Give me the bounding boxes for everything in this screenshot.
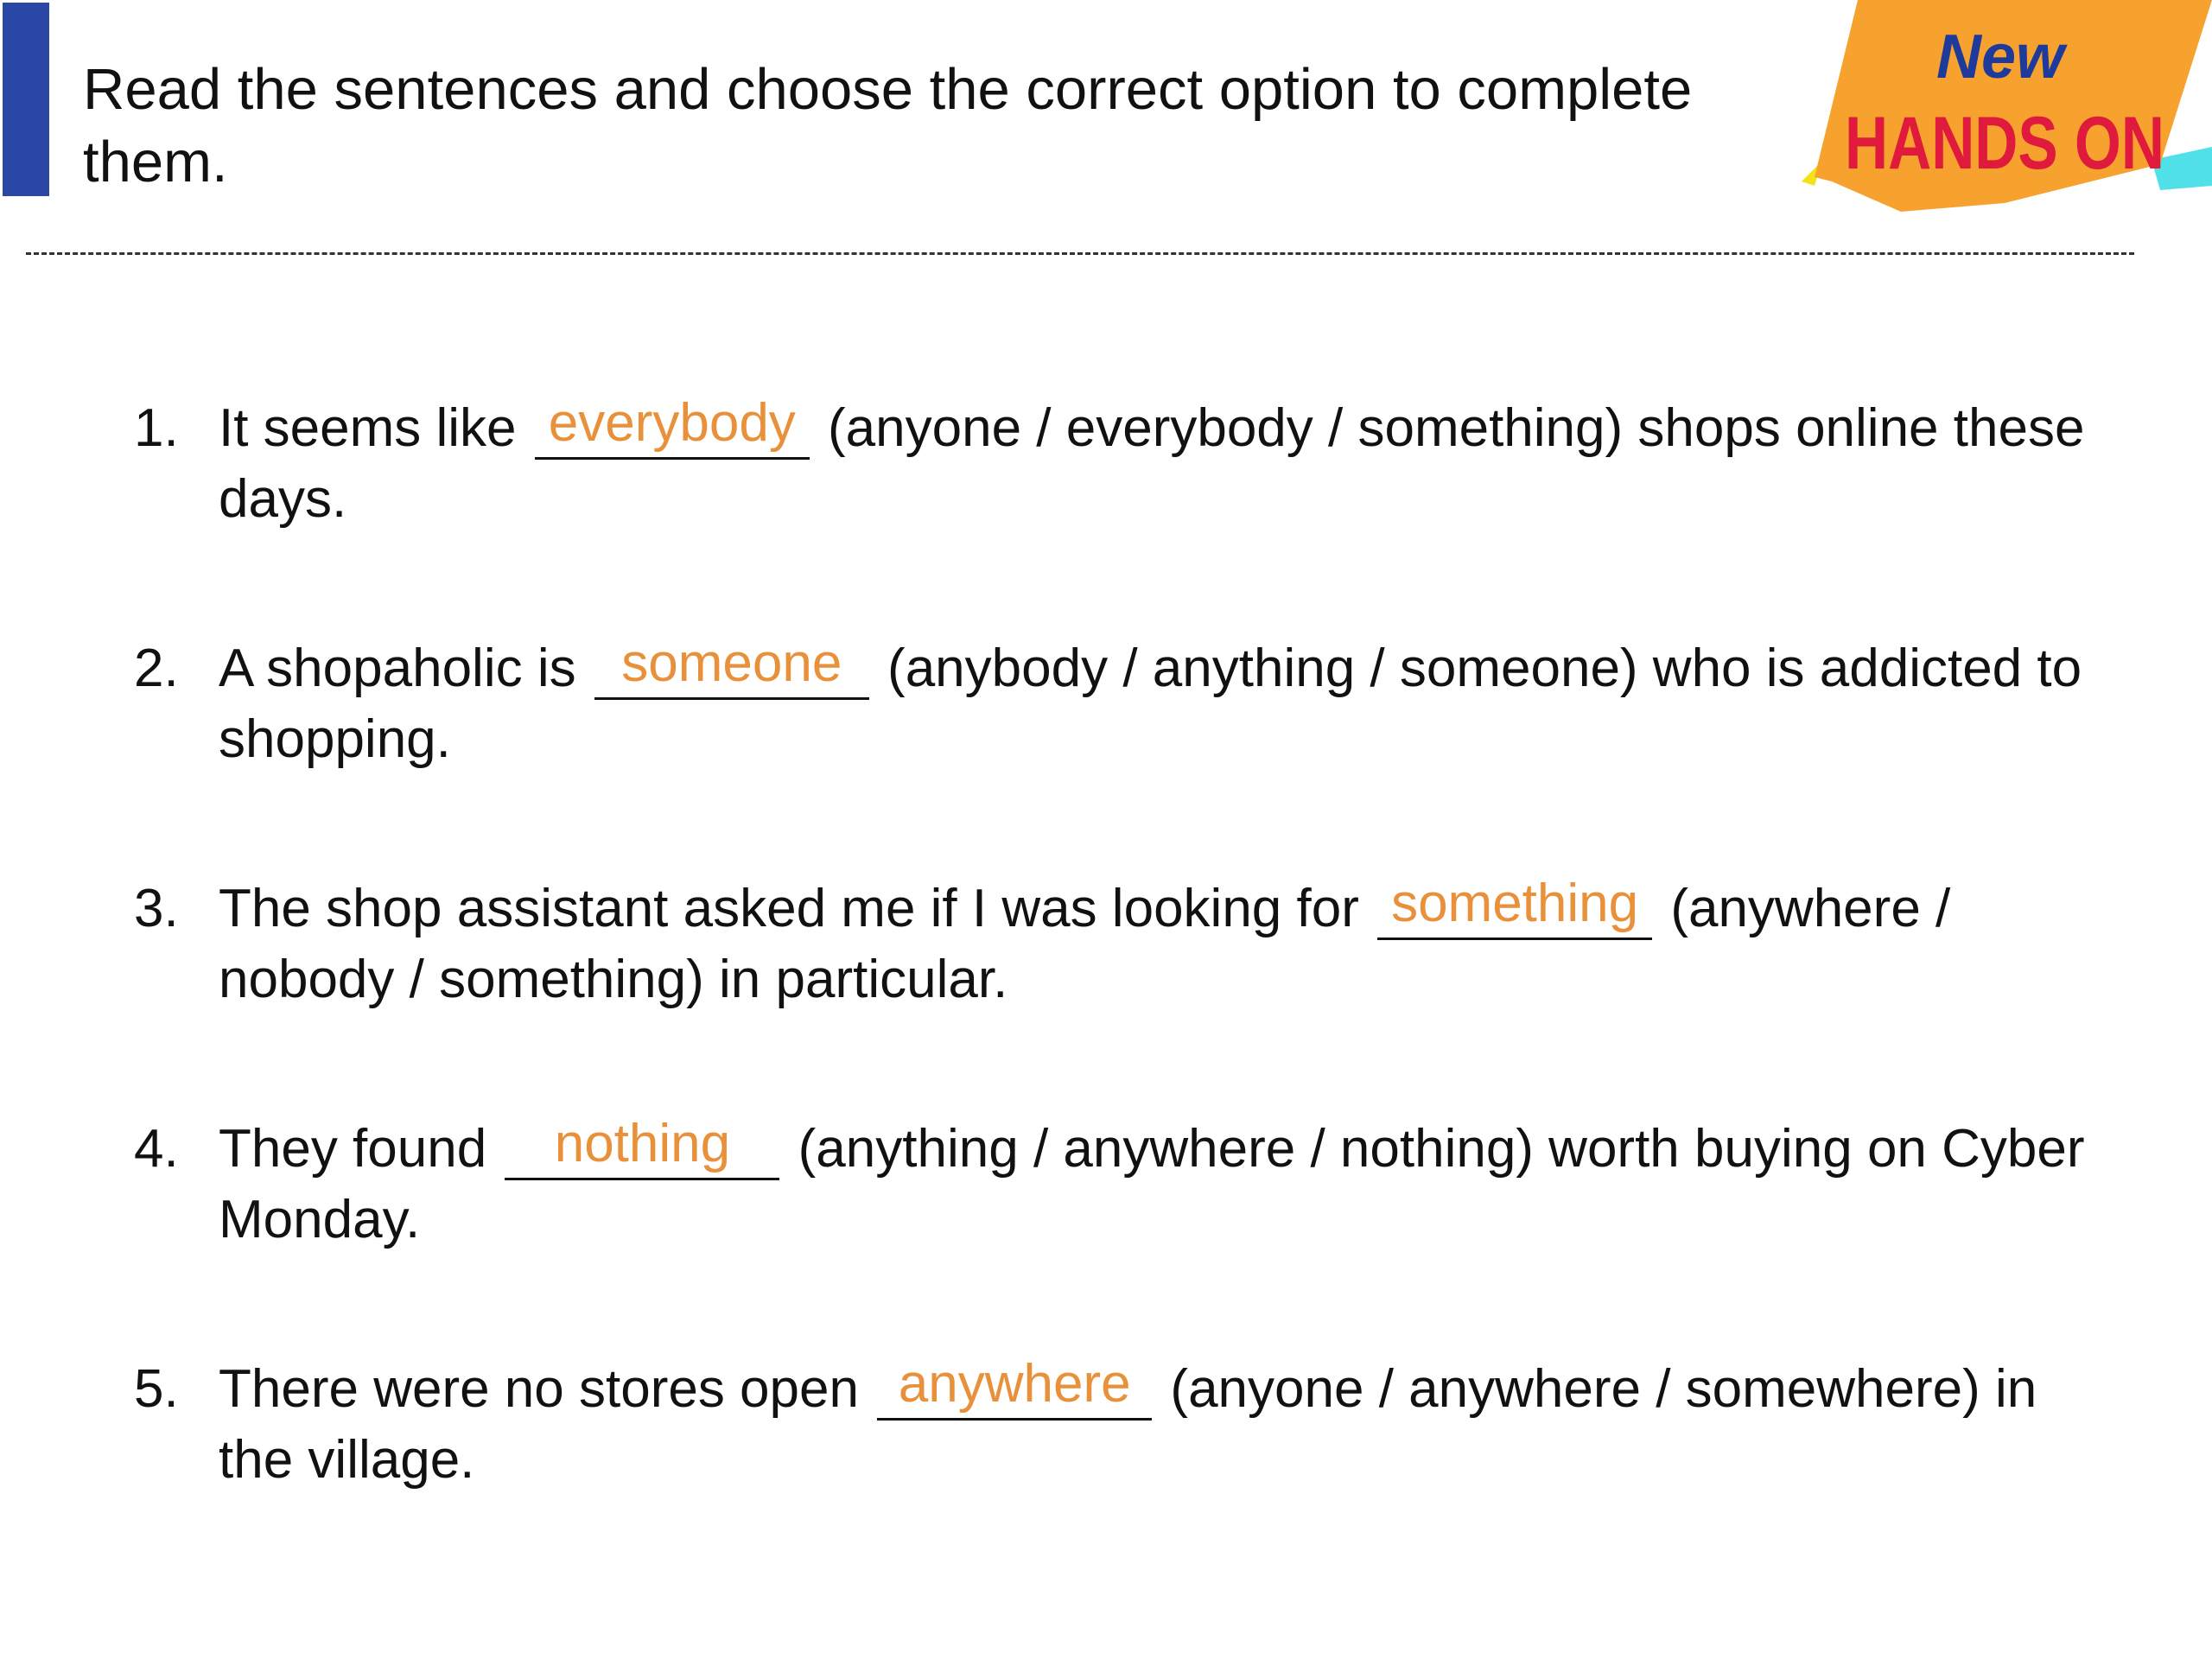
- exercise-item-1: 1. It seems like everybody (anyone / eve…: [134, 393, 2121, 535]
- sentence-before: They found: [219, 1119, 502, 1179]
- instruction-heading: Read the sentences and choose the correc…: [83, 57, 1693, 194]
- logo-hands-on-text: HANDS ON: [1845, 102, 2164, 185]
- item-number: 3.: [134, 879, 179, 938]
- accent-bar: [3, 3, 49, 196]
- new-hands-on-logo: New HANDS ON: [1789, 0, 2212, 216]
- logo-new-text: New: [1936, 22, 2068, 92]
- answer-text: everybody: [548, 393, 796, 453]
- sentence-before: The shop assistant asked me if I was loo…: [219, 879, 1375, 938]
- answer-blank[interactable]: someone: [594, 635, 869, 700]
- exercise-item-3: 3. The shop assistant asked me if I was …: [134, 874, 2121, 1015]
- exercise-list: 1. It seems like everybody (anyone / eve…: [134, 393, 2121, 1594]
- sentence-before: It seems like: [219, 398, 531, 458]
- answer-blank[interactable]: something: [1377, 875, 1653, 940]
- item-number: 1.: [134, 398, 179, 458]
- answer-text: anywhere: [898, 1354, 1131, 1414]
- answer-blank[interactable]: anywhere: [877, 1356, 1153, 1421]
- answer-blank[interactable]: nothing: [505, 1116, 780, 1180]
- sentence-before: A shopaholic is: [219, 639, 591, 698]
- answer-text: someone: [621, 633, 842, 693]
- item-number: 5.: [134, 1359, 179, 1419]
- item-number: 4.: [134, 1119, 179, 1179]
- exercise-item-4: 4. They found nothing (anything / anywhe…: [134, 1114, 2121, 1255]
- item-number: 2.: [134, 639, 179, 698]
- answer-blank[interactable]: everybody: [534, 395, 810, 460]
- answer-text: nothing: [554, 1114, 731, 1173]
- answer-text: something: [1391, 874, 1639, 933]
- exercise-item-2: 2. A shopaholic is someone (anybody / an…: [134, 633, 2121, 775]
- dashed-divider: [26, 252, 2134, 255]
- sentence-before: There were no stores open: [219, 1359, 874, 1419]
- exercise-item-5: 5. There were no stores open anywhere (a…: [134, 1354, 2121, 1496]
